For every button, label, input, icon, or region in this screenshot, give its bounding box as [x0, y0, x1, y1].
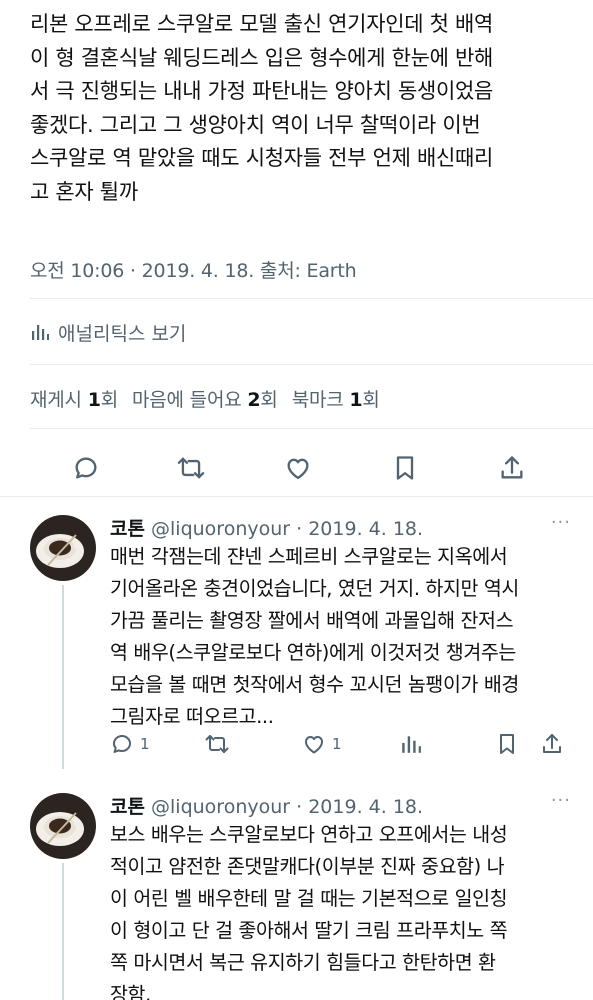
reply-button[interactable]: 1	[110, 729, 150, 759]
reply-action-bar: 1 1	[110, 729, 571, 759]
heart-icon	[302, 732, 326, 756]
like-count: 1	[332, 735, 342, 753]
tweet-stats: 재게시 1회 마음에 들어요 2회 북마크 1회	[30, 385, 380, 412]
more-options-icon[interactable]: ···	[551, 790, 571, 811]
avatar[interactable]	[30, 515, 96, 581]
thread-line	[62, 863, 64, 1000]
analytics-button[interactable]	[400, 729, 422, 759]
reply-header: 코톤 @liquoronyour · 2019. 4. 18.	[110, 514, 423, 541]
share-button[interactable]	[496, 452, 528, 484]
divider	[30, 428, 593, 429]
divider	[30, 298, 593, 299]
retweet-icon	[176, 454, 206, 482]
bookmark-stat[interactable]: 북마크 1회	[292, 385, 380, 412]
reply-date[interactable]: · 2019. 4. 18.	[296, 518, 423, 540]
like-button[interactable]	[282, 452, 314, 484]
share-button[interactable]	[540, 729, 564, 759]
bookmark-icon	[392, 454, 418, 482]
share-icon	[498, 454, 526, 482]
tweet-text: 리본 오프레로 스쿠알로 모델 출신 연기자인데 첫 배역 이 형 결혼식날 웨…	[30, 12, 494, 204]
reply-button[interactable]	[70, 452, 102, 484]
bookmark-button[interactable]	[496, 729, 518, 759]
reply-author-name[interactable]: 코톤	[110, 796, 145, 818]
thread-line	[62, 585, 64, 769]
reply-text: 매번 각잼는데 쟌넨 스페르비 스쿠알로는 지옥에서 기어올라온 충견이었습니다…	[110, 545, 519, 728]
avatar[interactable]	[30, 793, 96, 859]
analytics-label: 애널리틱스 보기	[58, 322, 187, 345]
like-stat[interactable]: 마음에 들어요 2회	[132, 385, 278, 412]
retweet-button[interactable]	[204, 729, 230, 759]
more-options-icon[interactable]: ···	[551, 512, 571, 533]
analytics-icon	[400, 733, 422, 755]
bookmark-button[interactable]	[389, 452, 421, 484]
reply-icon	[72, 454, 100, 482]
reply-count: 1	[140, 735, 150, 753]
like-button[interactable]: 1	[302, 729, 342, 759]
reply-header: 코톤 @liquoronyour · 2019. 4. 18.	[110, 792, 423, 819]
share-icon	[540, 732, 564, 756]
retweet-button[interactable]	[175, 452, 207, 484]
reply-author-handle[interactable]: @liquoronyour	[151, 518, 290, 540]
analytics-link[interactable]: 애널리틱스 보기	[30, 316, 186, 348]
divider	[30, 364, 593, 365]
tweet-timestamp[interactable]: 오전 10:06 · 2019. 4. 18. 출처: Earth	[30, 256, 357, 283]
reply-icon	[110, 732, 134, 756]
divider	[0, 496, 593, 497]
reply-date[interactable]: · 2019. 4. 18.	[296, 796, 423, 818]
analytics-icon	[30, 322, 50, 342]
heart-icon	[284, 454, 312, 482]
retweet-icon	[204, 732, 230, 756]
reply-author-name[interactable]: 코톤	[110, 518, 145, 540]
reply-author-handle[interactable]: @liquoronyour	[151, 796, 290, 818]
reply-text: 보스 배우는 스쿠알로보다 연하고 오프에서는 내성 적이고 얌전한 존댓말캐다…	[110, 823, 508, 1000]
tweet-action-bar	[0, 446, 593, 490]
bookmark-icon	[496, 732, 518, 756]
retweet-stat[interactable]: 재게시 1회	[30, 385, 118, 412]
